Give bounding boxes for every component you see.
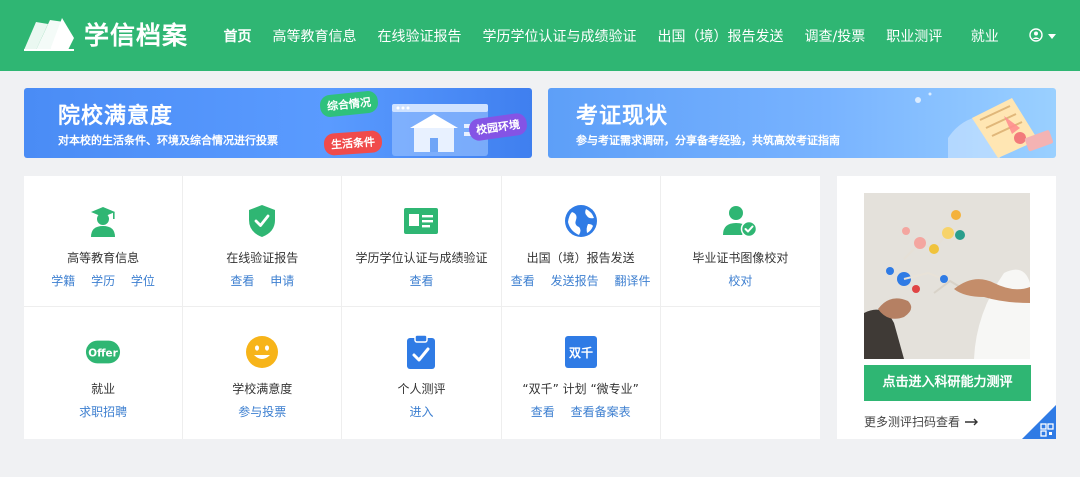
service-certification: 学历学位认证与成绩验证 查看 xyxy=(342,176,502,307)
service-school-satisfaction: 学校满意度 参与投票 xyxy=(183,307,343,439)
link-view[interactable]: 查看 xyxy=(511,274,535,288)
research-photo xyxy=(864,193,1030,359)
service-overseas-report: 出国（境）报告发送 查看 发送报告 翻译件 xyxy=(501,176,661,307)
link-student-status[interactable]: 学籍 xyxy=(51,274,75,288)
offer-icon: Offer xyxy=(85,334,121,370)
link-view[interactable]: 查看 xyxy=(230,274,254,288)
research-assessment-button[interactable]: 点击进入科研能力测评 xyxy=(864,365,1031,401)
service-title: 学校满意度 xyxy=(232,382,293,396)
banner-title: 考证现状 xyxy=(576,104,669,129)
globe-icon xyxy=(563,203,599,239)
user-menu[interactable] xyxy=(1029,27,1056,46)
chevron-down-icon xyxy=(1048,34,1056,39)
svg-text:Offer: Offer xyxy=(88,347,118,359)
brand-name: 学信档案 xyxy=(84,21,189,50)
link-apply[interactable]: 申请 xyxy=(270,274,294,288)
nav-item-career-test[interactable]: 职业测评 xyxy=(876,26,953,46)
service-title: 出国（境）报告发送 xyxy=(526,251,635,265)
link-view[interactable]: 查看 xyxy=(409,274,433,288)
nav-item-certification[interactable]: 学历学位认证与成绩验证 xyxy=(472,26,647,46)
graduate-icon xyxy=(85,203,121,239)
research-assessment-card: 点击进入科研能力测评 更多测评扫码查看 xyxy=(837,176,1056,439)
link-enter[interactable]: 进入 xyxy=(409,405,433,419)
service-higher-education: 高等教育信息 学籍 学历 学位 xyxy=(24,176,184,307)
services-panel: 高等教育信息 学籍 学历 学位 在线验证报告 查看 申请 学历学位认证与成绩验证… xyxy=(24,176,820,439)
service-certificate-proofread: 毕业证书图像校对 校对 xyxy=(660,176,820,307)
more-assessments-link[interactable]: 更多测评扫码查看 xyxy=(864,413,979,430)
link-send-report[interactable]: 发送报告 xyxy=(551,274,599,288)
service-title: 学历学位认证与成绩验证 xyxy=(355,251,488,265)
nav-item-home[interactable]: 首页 xyxy=(213,26,262,46)
nav-item-overseas-report[interactable]: 出国（境）报告发送 xyxy=(647,26,794,46)
arrow-right-icon xyxy=(965,415,979,429)
shield-check-icon xyxy=(244,203,280,239)
tag-overall: 综合情况 xyxy=(319,90,379,118)
link-translation[interactable]: 翻译件 xyxy=(614,274,650,288)
logo[interactable]: 学信档案 xyxy=(22,16,188,52)
main-nav: 首页 高等教育信息 在线验证报告 学历学位认证与成绩验证 出国（境）报告发送 调… xyxy=(213,0,1009,71)
shuangqian-icon: 双千 xyxy=(563,334,599,370)
nav-item-employment[interactable]: 就业 xyxy=(953,26,1010,46)
service-shuangqian-plan: 双千 “双千” 计划 “微专业” 查看 查看备案表 xyxy=(502,307,661,439)
certificate-illustration-icon xyxy=(908,88,1056,158)
top-nav-bar: 学信档案 首页 高等教育信息 在线验证报告 学历学位认证与成绩验证 出国（境）报… xyxy=(0,0,1080,71)
tag-living-conditions: 生活条件 xyxy=(323,130,383,156)
banner-subtitle: 对本校的生活条件、环境及综合情况进行投票 xyxy=(58,134,278,147)
more-assessments-label: 更多测评扫码查看 xyxy=(864,415,961,429)
empty-cell xyxy=(661,307,820,439)
service-title: 毕业证书图像校对 xyxy=(692,251,789,265)
service-title: “双千” 计划 “微专业” xyxy=(522,382,639,396)
link-job-search[interactable]: 求职招聘 xyxy=(79,405,127,419)
service-employment: Offer 就业 求职招聘 xyxy=(24,307,184,439)
service-title: 个人测评 xyxy=(397,382,446,396)
user-check-icon xyxy=(722,203,758,239)
qr-code-icon[interactable] xyxy=(1022,405,1056,439)
banner-certificate-survey[interactable]: 考证现状 参与考证需求调研，分享备考经验，共筑高效考证指南 xyxy=(548,88,1056,158)
link-degree[interactable]: 学位 xyxy=(131,274,155,288)
service-title: 高等教育信息 xyxy=(67,251,140,265)
smile-icon xyxy=(244,334,280,370)
link-view[interactable]: 查看 xyxy=(531,405,555,419)
banner-title: 院校满意度 xyxy=(58,104,174,129)
clipboard-check-icon xyxy=(403,334,439,370)
service-online-verification: 在线验证报告 查看 申请 xyxy=(183,176,343,307)
nav-item-survey[interactable]: 调查/投票 xyxy=(794,26,876,46)
svg-text:双千: 双千 xyxy=(569,345,593,360)
link-academic-record[interactable]: 学历 xyxy=(91,274,115,288)
link-vote[interactable]: 参与投票 xyxy=(238,405,286,419)
banner-school-satisfaction[interactable]: 院校满意度 对本校的生活条件、环境及综合情况进行投票 综合情况 生活条件 校园环… xyxy=(24,88,532,158)
service-personal-assessment: 个人测评 进入 xyxy=(342,307,502,439)
link-view-filing-form[interactable]: 查看备案表 xyxy=(571,405,631,419)
id-card-icon xyxy=(403,203,439,239)
link-proofread[interactable]: 校对 xyxy=(728,274,752,288)
logo-book-icon xyxy=(22,16,76,52)
service-title: 就业 xyxy=(91,382,116,396)
service-title: 在线验证报告 xyxy=(226,251,299,265)
user-icon xyxy=(1029,27,1043,46)
banner-subtitle: 参与考证需求调研，分享备考经验，共筑高效考证指南 xyxy=(576,134,840,147)
nav-item-higher-education[interactable]: 高等教育信息 xyxy=(262,26,367,46)
nav-item-online-verification[interactable]: 在线验证报告 xyxy=(367,26,472,46)
